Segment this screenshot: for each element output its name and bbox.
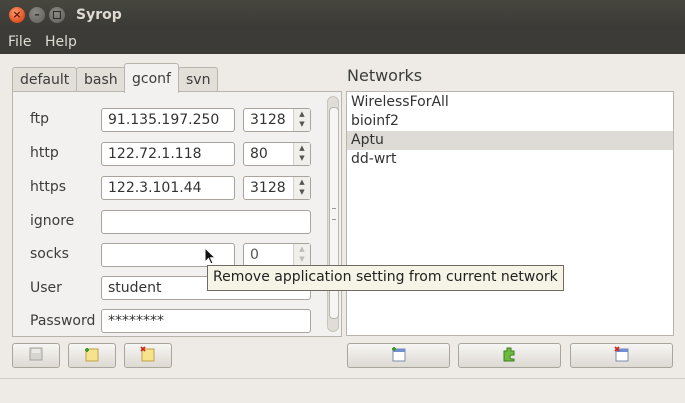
https-port-value: 3128	[250, 180, 286, 196]
user-label: User	[30, 280, 62, 296]
remove-network-icon	[613, 345, 630, 366]
network-item-bioinf2[interactable]: bioinf2	[347, 112, 673, 131]
gconf-settings-panel: ftp 91.135.197.250 3128 ▲ ▼ http 122.72.1…	[12, 91, 342, 337]
menu-bar: File Help	[0, 30, 685, 54]
window-title: Syrop	[76, 7, 122, 23]
ftp-port-value: 3128	[250, 112, 286, 128]
spinner-arrows-icon[interactable]: ▲ ▼	[293, 244, 310, 266]
plugin-icon	[502, 346, 518, 366]
minimize-window-button[interactable]: –	[29, 7, 45, 23]
save-icon	[29, 347, 43, 365]
spinner-arrows-icon[interactable]: ▲ ▼	[293, 143, 310, 165]
password-input[interactable]: ********	[101, 309, 311, 333]
ftp-port-spinner[interactable]: 3128 ▲ ▼	[243, 108, 311, 132]
socks-port-value: 0	[250, 247, 259, 263]
http-label: http	[30, 145, 59, 161]
ignore-input[interactable]	[101, 210, 311, 234]
mouse-pointer-icon	[204, 246, 217, 269]
remove-setting-icon	[140, 345, 156, 366]
password-label: Password	[30, 313, 96, 329]
add-setting-button[interactable]	[68, 343, 116, 368]
tab-svn[interactable]: svn	[178, 67, 219, 92]
new-network-button[interactable]	[347, 343, 450, 368]
save-setting-button[interactable]	[12, 343, 60, 368]
settings-scrollbar[interactable]	[327, 96, 339, 332]
https-port-spinner[interactable]: 3128 ▲ ▼	[243, 176, 311, 200]
menu-help[interactable]: Help	[45, 34, 77, 50]
menu-file[interactable]: File	[8, 34, 31, 50]
remove-network-button[interactable]	[570, 343, 673, 368]
networks-title: Networks	[347, 66, 423, 85]
add-setting-icon	[84, 346, 100, 366]
http-port-spinner[interactable]: 80 ▲ ▼	[243, 142, 311, 166]
http-port-value: 80	[250, 146, 268, 162]
https-label: https	[30, 179, 67, 195]
tab-default[interactable]: default	[12, 67, 78, 92]
socks-label: socks	[30, 246, 69, 262]
maximize-window-button[interactable]	[49, 7, 65, 23]
ignore-label: ignore	[30, 213, 75, 229]
ftp-label: ftp	[30, 111, 50, 127]
network-item-dd-wrt[interactable]: dd-wrt	[347, 150, 673, 169]
tab-bash[interactable]: bash	[76, 67, 126, 92]
remove-setting-button[interactable]	[124, 343, 172, 368]
new-network-icon	[391, 346, 407, 366]
socks-port-spinner[interactable]: 0 ▲ ▼	[243, 243, 311, 267]
status-bar	[0, 378, 685, 403]
networks-list: WirelessForAll bioinf2 Aptu dd-wrt	[346, 91, 674, 336]
http-host-input[interactable]: 122.72.1.118	[101, 142, 235, 166]
network-item-aptu[interactable]: Aptu	[347, 131, 673, 150]
network-plugin-button[interactable]	[458, 343, 561, 368]
tab-gconf[interactable]: gconf	[124, 63, 179, 93]
https-host-input[interactable]: 122.3.101.44	[101, 176, 235, 200]
spinner-arrows-icon[interactable]: ▲ ▼	[293, 177, 310, 199]
title-bar: × – Syrop	[0, 0, 685, 30]
network-item-wirelessforall[interactable]: WirelessForAll	[347, 93, 673, 112]
close-window-button[interactable]: ×	[9, 7, 25, 23]
spinner-arrows-icon[interactable]: ▲ ▼	[293, 109, 310, 131]
tooltip: Remove application setting from current …	[207, 265, 564, 291]
ftp-host-input[interactable]: 91.135.197.250	[101, 108, 235, 132]
